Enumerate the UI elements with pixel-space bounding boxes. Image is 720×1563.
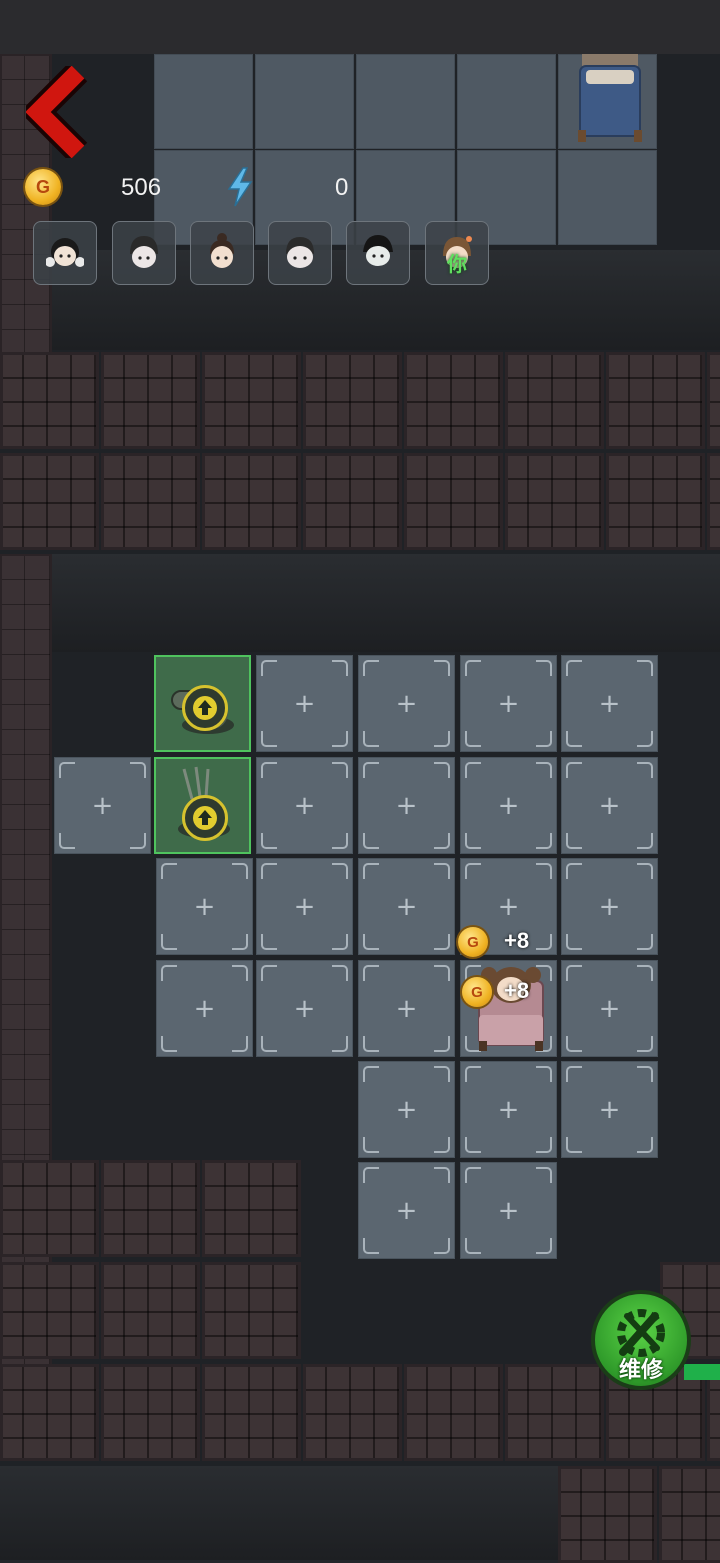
empty-build-slot[interactable]: + bbox=[460, 757, 557, 854]
plus-icon: + bbox=[598, 1094, 621, 1125]
empty-build-slot[interactable]: + bbox=[256, 655, 353, 752]
empty-build-slot[interactable]: + bbox=[358, 1162, 455, 1259]
income-popup: +8 bbox=[504, 978, 530, 1003]
build-slot-upgradable[interactable] bbox=[154, 655, 251, 752]
sleeping-girl-bed-icon bbox=[469, 955, 553, 1060]
bed-slot-occupied[interactable] bbox=[460, 960, 557, 1057]
top-room-tile bbox=[356, 54, 455, 149]
empty-build-slot[interactable]: + bbox=[561, 1061, 658, 1158]
bed-icon bbox=[574, 54, 646, 142]
top-room-tile bbox=[255, 54, 354, 149]
brick-wall-row bbox=[558, 1466, 720, 1563]
plus-icon: + bbox=[293, 790, 316, 821]
empty-build-slot[interactable]: + bbox=[460, 655, 557, 752]
repair-button[interactable]: 维修 bbox=[591, 1290, 691, 1390]
game-map[interactable]: + + + + + + + + + + + + + + + + + + + + … bbox=[0, 0, 720, 1563]
upgrade-arrow-icon[interactable] bbox=[182, 685, 228, 731]
gold-coin-icon: G bbox=[458, 927, 488, 957]
brick-wall-row bbox=[0, 453, 720, 550]
player-avatar-4[interactable] bbox=[268, 221, 332, 285]
player-avatar-you[interactable]: 你 bbox=[425, 221, 489, 285]
plus-icon: + bbox=[395, 993, 418, 1024]
upgrade-arrow-icon[interactable] bbox=[182, 795, 228, 841]
lightning-icon bbox=[226, 167, 254, 212]
plus-icon: + bbox=[293, 891, 316, 922]
empty-build-slot[interactable]: + bbox=[256, 960, 353, 1057]
boy-dark-hair-face-icon bbox=[363, 235, 393, 266]
plus-icon: + bbox=[395, 1094, 418, 1125]
empty-build-slot[interactable]: + bbox=[358, 1061, 455, 1158]
top-room-tile bbox=[558, 150, 657, 245]
empty-build-slot[interactable]: + bbox=[460, 1061, 557, 1158]
plus-icon: + bbox=[395, 1195, 418, 1226]
corridor bbox=[52, 554, 720, 652]
plus-icon: + bbox=[497, 790, 520, 821]
empty-build-slot[interactable]: + bbox=[561, 858, 658, 955]
plus-icon: + bbox=[598, 688, 621, 719]
empty-build-slot[interactable]: + bbox=[156, 960, 253, 1057]
corridor bbox=[0, 1466, 558, 1560]
boy-face-icon bbox=[130, 236, 158, 268]
status-bar bbox=[0, 0, 720, 54]
empty-build-slot[interactable]: + bbox=[156, 858, 253, 955]
player-avatar-2[interactable] bbox=[112, 221, 176, 285]
plus-icon: + bbox=[497, 688, 520, 719]
child-face-icon bbox=[286, 237, 314, 268]
empty-build-slot[interactable]: + bbox=[561, 655, 658, 752]
empty-build-slot[interactable]: + bbox=[561, 757, 658, 854]
plus-icon: + bbox=[193, 891, 216, 922]
plus-icon: + bbox=[395, 790, 418, 821]
plus-icon: + bbox=[497, 1195, 520, 1226]
top-room-tile bbox=[154, 54, 253, 149]
empty-build-slot[interactable]: + bbox=[256, 858, 353, 955]
empty-build-slot[interactable]: + bbox=[358, 960, 455, 1057]
plus-icon: + bbox=[293, 993, 316, 1024]
empty-build-slot[interactable]: + bbox=[561, 960, 658, 1057]
repair-label: 维修 bbox=[618, 1357, 663, 1382]
empty-build-slot[interactable]: + bbox=[358, 655, 455, 752]
player-avatar-1[interactable] bbox=[33, 221, 97, 285]
empty-build-slot[interactable]: + bbox=[256, 757, 353, 854]
income-popup: +8 bbox=[504, 928, 530, 953]
brick-wall-row bbox=[0, 1160, 303, 1257]
plus-icon: + bbox=[395, 688, 418, 719]
you-label: 你 bbox=[447, 253, 467, 276]
back-button[interactable] bbox=[19, 62, 96, 162]
plus-icon: + bbox=[293, 688, 316, 719]
progress-strip bbox=[684, 1364, 720, 1380]
coin-count: 506 bbox=[121, 174, 162, 201]
top-room-tile bbox=[457, 54, 556, 149]
empty-build-slot[interactable]: + bbox=[460, 1162, 557, 1259]
energy-count: 0 bbox=[335, 174, 349, 201]
plus-icon: + bbox=[193, 993, 216, 1024]
chevron-left-icon bbox=[19, 62, 88, 162]
player-avatar-3[interactable] bbox=[190, 221, 254, 285]
gold-coin-icon: G bbox=[462, 977, 492, 1007]
plus-icon: + bbox=[598, 891, 621, 922]
plus-icon: + bbox=[395, 891, 418, 922]
brick-wall-row bbox=[0, 1262, 303, 1359]
empty-build-slot[interactable]: + bbox=[54, 757, 151, 854]
girl-pigtails-face-icon bbox=[46, 238, 84, 267]
plus-icon: + bbox=[598, 993, 621, 1024]
plus-icon: + bbox=[598, 790, 621, 821]
plus-icon: + bbox=[91, 790, 114, 821]
plus-icon: + bbox=[497, 1094, 520, 1125]
empty-build-slot[interactable]: + bbox=[358, 858, 455, 955]
build-slot-upgradable[interactable] bbox=[154, 757, 251, 854]
brick-wall-row bbox=[0, 352, 720, 449]
empty-build-slot[interactable]: + bbox=[358, 757, 455, 854]
gold-coin-icon: G bbox=[25, 169, 61, 205]
player-avatar-5[interactable] bbox=[346, 221, 410, 285]
girl-bun-face-icon bbox=[210, 233, 234, 268]
